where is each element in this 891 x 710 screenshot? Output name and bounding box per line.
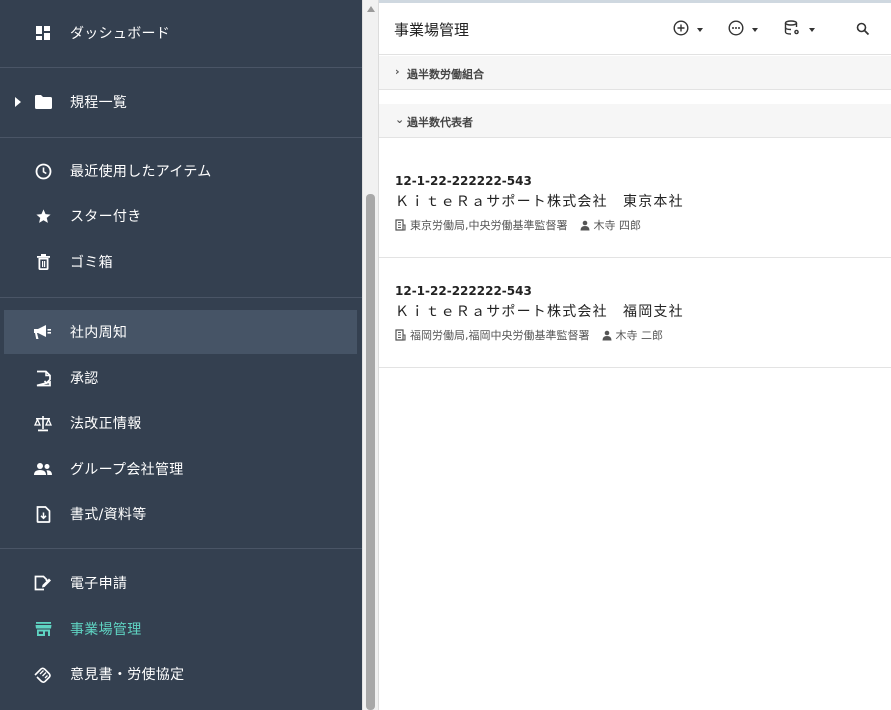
agreement-icon <box>34 665 52 683</box>
sidebar-item-label: 書式/資料等 <box>70 507 147 523</box>
clock-icon <box>34 162 52 180</box>
sidebar-item-dashboard[interactable]: ダッシュボード <box>0 11 357 55</box>
sidebar-item-label: スター付き <box>70 209 142 225</box>
workplace-name: ＫｉｔｅＲａサポート株式会社 東京本社 <box>395 194 684 210</box>
sidebar-item-label: ダッシュボード <box>70 26 171 42</box>
folder-icon <box>34 93 52 111</box>
building-icon <box>395 219 406 231</box>
workplace-meta: 福岡労働局,福岡中央労働基準監督署 木寺 二郎 <box>395 327 663 343</box>
more-menu-button[interactable] <box>728 20 758 40</box>
document-download-icon <box>34 505 52 523</box>
star-icon <box>34 207 52 225</box>
representative-name: 木寺 二郎 <box>615 329 664 342</box>
scale-icon <box>34 414 52 432</box>
sidebar-divider <box>0 297 362 298</box>
list-item[interactable]: 12-1-22-222222-543 ＫｉｔｅＲａサポート株式会社 福岡支社 福… <box>379 258 891 368</box>
group-icon <box>34 460 52 478</box>
labor-office: 東京労働局,中央労働基準監督署 <box>410 219 568 232</box>
approval-icon <box>34 369 52 387</box>
sidebar-item-law-updates[interactable]: 法改正情報 <box>0 401 357 445</box>
representative-name: 木寺 四郎 <box>593 219 642 232</box>
megaphone-icon <box>34 323 52 341</box>
database-settings-button[interactable] <box>784 20 815 40</box>
sidebar-item-group-companies[interactable]: グループ会社管理 <box>0 447 357 491</box>
sidebar-item-label: ゴミ箱 <box>70 255 113 271</box>
sidebar-scrollbar[interactable] <box>362 0 378 710</box>
store-icon <box>34 620 52 638</box>
add-menu-button[interactable] <box>673 20 703 40</box>
dashboard-icon <box>34 24 52 42</box>
building-icon <box>395 329 406 341</box>
sidebar: ダッシュボード 規程一覧 最近使用したアイテム スター付き ゴミ箱 社内周知 承… <box>0 0 362 710</box>
plus-circle-icon <box>673 20 689 40</box>
sidebar-item-label: 意見書・労使協定 <box>70 667 185 683</box>
e-application-icon <box>34 574 52 592</box>
database-settings-icon <box>784 20 801 40</box>
sidebar-item-label: 事業場管理 <box>70 622 142 638</box>
sidebar-item-label: 電子申請 <box>70 576 128 592</box>
sidebar-item-recent[interactable]: 最近使用したアイテム <box>0 149 357 193</box>
sidebar-item-label: 社内周知 <box>70 325 128 341</box>
sidebar-item-forms[interactable]: 書式/資料等 <box>0 492 357 536</box>
chevron-right-icon: › <box>395 65 400 78</box>
group-majority-representative[interactable]: ⌄ 過半数代表者 <box>379 104 891 138</box>
sidebar-item-opinions-agreements[interactable]: 意見書・労使協定 <box>0 652 357 696</box>
scroll-up-arrow-icon[interactable] <box>367 6 375 12</box>
labor-office: 福岡労働局,福岡中央労働基準監督署 <box>410 329 590 342</box>
sidebar-item-starred[interactable]: スター付き <box>0 194 357 238</box>
workplace-meta: 東京労働局,中央労働基準監督署 木寺 四郎 <box>395 217 641 233</box>
sidebar-item-label: 承認 <box>70 371 99 387</box>
sidebar-divider <box>0 548 362 549</box>
sidebar-item-label: グループ会社管理 <box>70 462 184 478</box>
group-label: 過半数労働組合 <box>407 68 484 81</box>
chevron-down-icon: ⌄ <box>395 113 405 126</box>
search-button[interactable] <box>856 21 870 39</box>
sidebar-item-label: 規程一覧 <box>70 95 128 111</box>
sidebar-divider <box>0 67 362 68</box>
group-label: 過半数代表者 <box>407 116 473 129</box>
group-majority-union[interactable]: › 過半数労働組合 <box>379 56 891 90</box>
sidebar-item-label: 最近使用したアイテム <box>70 164 212 180</box>
more-circle-icon <box>728 20 744 40</box>
page-title: 事業場管理 <box>394 21 470 39</box>
list-item[interactable]: 12-1-22-222222-543 ＫｉｔｅＲａサポート株式会社 東京本社 東… <box>379 148 891 258</box>
scrollbar-thumb[interactable] <box>366 194 375 710</box>
workplace-panel: 事業場管理 › 過半数労働組合 ⌄ 過半数代表者 12-1-22-222222-… <box>378 0 891 710</box>
sidebar-item-regulations[interactable]: 規程一覧 <box>0 80 357 124</box>
sidebar-item-label: 法改正情報 <box>70 416 142 432</box>
chevron-down-icon <box>697 28 703 32</box>
expand-caret-icon[interactable] <box>15 97 21 107</box>
sidebar-item-workplace-management[interactable]: 事業場管理 <box>0 607 357 651</box>
workplace-name: ＫｉｔｅＲａサポート株式会社 福岡支社 <box>395 304 684 320</box>
person-icon <box>602 330 612 341</box>
sidebar-item-approval[interactable]: 承認 <box>0 356 357 400</box>
chevron-down-icon <box>752 28 758 32</box>
sidebar-item-e-application[interactable]: 電子申請 <box>0 561 357 605</box>
sidebar-divider <box>0 137 362 138</box>
workplace-code: 12-1-22-222222-543 <box>395 174 532 188</box>
workplace-code: 12-1-22-222222-543 <box>395 284 532 298</box>
search-icon <box>856 21 870 40</box>
panel-header: 事業場管理 <box>379 3 891 55</box>
trash-icon <box>34 253 52 271</box>
chevron-down-icon <box>809 28 815 32</box>
sidebar-item-notice[interactable]: 社内周知 <box>4 310 357 354</box>
person-icon <box>580 220 590 231</box>
sidebar-item-trash[interactable]: ゴミ箱 <box>0 240 357 284</box>
